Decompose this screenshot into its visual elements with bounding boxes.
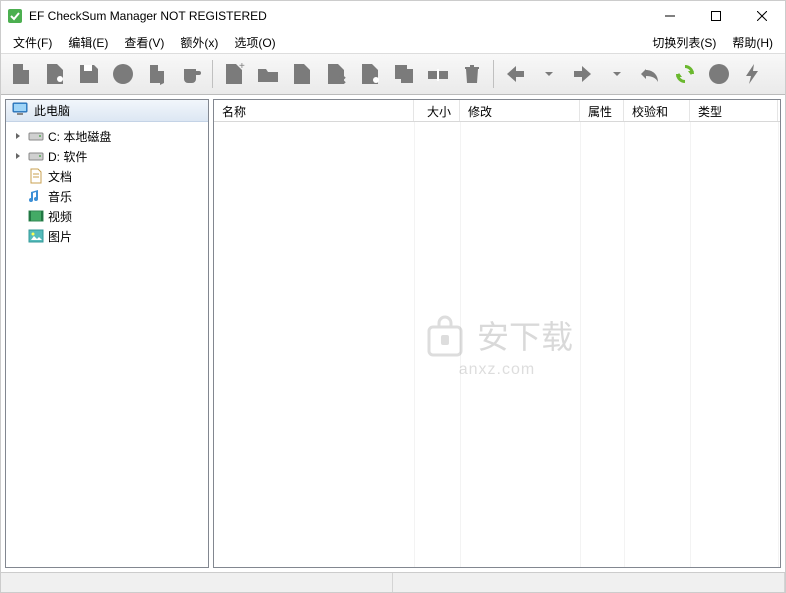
status-cell bbox=[393, 573, 785, 592]
tree-node-drive-d[interactable]: D: 软件 bbox=[8, 146, 206, 166]
tb-refresh-icon[interactable] bbox=[669, 58, 701, 90]
expand-icon[interactable] bbox=[12, 150, 24, 162]
tb-save-icon[interactable] bbox=[73, 58, 105, 90]
tb-dropdown-icon[interactable] bbox=[601, 58, 633, 90]
tb-open-icon[interactable] bbox=[39, 58, 71, 90]
tb-stop-icon[interactable] bbox=[703, 58, 735, 90]
watermark-domain: anxz.com bbox=[421, 361, 573, 379]
tree-node-documents[interactable]: 文档 bbox=[8, 166, 206, 186]
list-header: 名称 大小 修改 属性 校验和 类型 bbox=[214, 100, 780, 122]
drive-icon bbox=[28, 128, 44, 144]
tb-new-icon[interactable] bbox=[5, 58, 37, 90]
document-icon bbox=[28, 168, 44, 184]
window-controls bbox=[647, 1, 785, 31]
col-attributes[interactable]: 属性 bbox=[580, 100, 624, 121]
col-divider bbox=[624, 122, 625, 567]
tree-root-label: 此电脑 bbox=[34, 102, 70, 119]
tree-body: C: 本地磁盘 D: 软件 文档 音乐 视频 bbox=[6, 122, 208, 250]
tb-trash-icon[interactable] bbox=[456, 58, 488, 90]
tb-dropdown-icon[interactable] bbox=[533, 58, 565, 90]
tree-node-video[interactable]: 视频 bbox=[8, 206, 206, 226]
tb-run-icon[interactable] bbox=[141, 58, 173, 90]
expand-spacer bbox=[12, 190, 24, 202]
menu-switch-list[interactable]: 切换列表(S) bbox=[644, 32, 724, 53]
col-modified[interactable]: 修改 bbox=[460, 100, 580, 121]
col-divider bbox=[778, 122, 779, 567]
col-divider bbox=[460, 122, 461, 567]
tb-cup-icon[interactable] bbox=[175, 58, 207, 90]
tb-forward-icon[interactable] bbox=[567, 58, 599, 90]
tb-rename-icon[interactable] bbox=[422, 58, 454, 90]
col-divider bbox=[414, 122, 415, 567]
col-size[interactable]: 大小 bbox=[414, 100, 460, 121]
watermark: 安下载 anxz.com bbox=[421, 311, 573, 379]
expand-spacer bbox=[12, 210, 24, 222]
menu-left: 文件(F) 编辑(E) 查看(V) 额外(x) 选项(O) bbox=[5, 32, 284, 53]
svg-text:+: + bbox=[239, 61, 245, 72]
tree-node-label: 音乐 bbox=[48, 188, 72, 205]
expand-spacer bbox=[12, 170, 24, 182]
content-area: 此电脑 C: 本地磁盘 D: 软件 文档 音乐 bbox=[1, 95, 785, 572]
col-type[interactable]: 类型 bbox=[690, 100, 778, 121]
image-icon bbox=[28, 228, 44, 244]
title-bar: EF CheckSum Manager NOT REGISTERED bbox=[1, 1, 785, 31]
menu-help[interactable]: 帮助(H) bbox=[724, 32, 781, 53]
tb-back-icon[interactable] bbox=[499, 58, 531, 90]
tree-header[interactable]: 此电脑 bbox=[6, 100, 208, 122]
expand-icon[interactable] bbox=[12, 130, 24, 142]
tb-doc2-icon[interactable] bbox=[286, 58, 318, 90]
toolbar: + bbox=[1, 53, 785, 95]
computer-icon bbox=[12, 102, 28, 119]
tb-folder-icon[interactable] bbox=[252, 58, 284, 90]
music-icon bbox=[28, 188, 44, 204]
close-button[interactable] bbox=[739, 1, 785, 31]
tb-copy-icon[interactable] bbox=[388, 58, 420, 90]
tree-panel[interactable]: 此电脑 C: 本地磁盘 D: 软件 文档 音乐 bbox=[5, 99, 209, 568]
tree-node-pictures[interactable]: 图片 bbox=[8, 226, 206, 246]
expand-spacer bbox=[12, 230, 24, 242]
tree-node-label: 图片 bbox=[48, 228, 72, 245]
menu-right: 切换列表(S) 帮助(H) bbox=[644, 32, 781, 53]
tb-separator bbox=[212, 60, 213, 88]
menu-extra[interactable]: 额外(x) bbox=[172, 32, 226, 53]
tb-circle-icon[interactable] bbox=[107, 58, 139, 90]
watermark-bag-icon bbox=[421, 311, 469, 359]
tree-node-drive-c[interactable]: C: 本地磁盘 bbox=[8, 126, 206, 146]
tb-doc-plus-icon[interactable]: + bbox=[218, 58, 250, 90]
tree-node-label: C: 本地磁盘 bbox=[48, 128, 111, 145]
status-bar bbox=[1, 572, 785, 592]
tb-undo-icon[interactable] bbox=[635, 58, 667, 90]
tree-node-label: 文档 bbox=[48, 168, 72, 185]
tree-node-label: D: 软件 bbox=[48, 148, 87, 165]
col-name[interactable]: 名称 bbox=[214, 100, 414, 121]
tb-separator bbox=[493, 60, 494, 88]
menu-options[interactable]: 选项(O) bbox=[226, 32, 283, 53]
app-icon bbox=[7, 8, 23, 24]
maximize-button[interactable] bbox=[693, 1, 739, 31]
window-title: EF CheckSum Manager NOT REGISTERED bbox=[29, 9, 647, 23]
drive-icon bbox=[28, 148, 44, 164]
menu-view[interactable]: 查看(V) bbox=[116, 32, 172, 53]
tb-bolt-icon[interactable] bbox=[737, 58, 769, 90]
video-icon bbox=[28, 208, 44, 224]
col-divider bbox=[580, 122, 581, 567]
col-checksum[interactable]: 校验和 bbox=[624, 100, 690, 121]
tree-node-music[interactable]: 音乐 bbox=[8, 186, 206, 206]
list-body[interactable]: 安下载 anxz.com bbox=[214, 122, 780, 567]
col-divider bbox=[690, 122, 691, 567]
tb-doc-del-icon[interactable] bbox=[320, 58, 352, 90]
tree-node-label: 视频 bbox=[48, 208, 72, 225]
status-cell bbox=[1, 573, 393, 592]
list-panel[interactable]: 名称 大小 修改 属性 校验和 类型 安下载 anxz.com bbox=[213, 99, 781, 568]
menu-file[interactable]: 文件(F) bbox=[5, 32, 60, 53]
menu-bar: 文件(F) 编辑(E) 查看(V) 额外(x) 选项(O) 切换列表(S) 帮助… bbox=[1, 31, 785, 53]
watermark-text: 安下载 bbox=[477, 312, 573, 358]
minimize-button[interactable] bbox=[647, 1, 693, 31]
menu-edit[interactable]: 编辑(E) bbox=[60, 32, 116, 53]
tb-doc-star-icon[interactable] bbox=[354, 58, 386, 90]
